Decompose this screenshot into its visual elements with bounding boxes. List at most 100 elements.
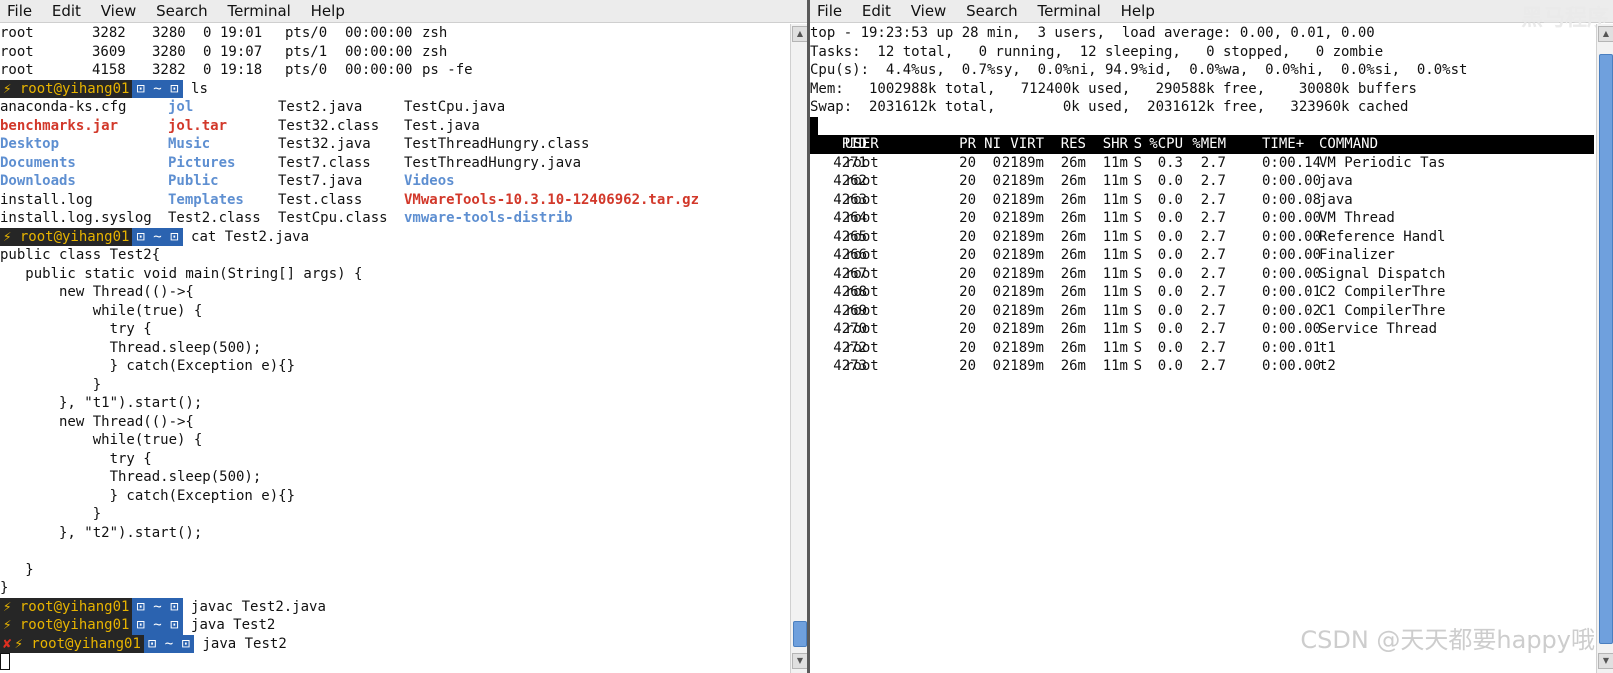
ls-entry: Videos [404,173,455,189]
code-line: }, "t1").start(); [0,395,203,411]
scroll-up-arrow-icon[interactable]: ▲ [792,26,807,42]
process-cell: VM Thread [1319,210,1395,226]
menu-edit[interactable]: Edit [45,0,89,22]
menu-search[interactable]: Search [149,0,216,22]
left-terminal-output[interactable]: root 3282 3280 0 19:01 pts/0 00:00:00 zsh root 36… [0,24,788,672]
scroll-thumb[interactable] [1599,54,1613,644]
code-line: } [0,376,102,393]
menu-edit[interactable]: Edit [855,0,899,22]
ps-cell: 00:00:00 [345,62,413,78]
code-line: } [0,506,102,522]
process-row[interactable]: 4263 root 20 0 2189m 26m 11m S 0.0 2.7 0:00.08 java [810,191,1594,210]
menu-file[interactable]: File [810,0,850,22]
process-row[interactable]: 4265 root 20 0 2189m 26m 11m S 0.0 2.7 0:00.00 Refe… [810,228,1594,247]
process-row[interactable]: 4264 root 20 0 2189m 26m 11m S 0.0 2.7 0:00.00 VM T… [810,209,1594,228]
column-header: VIRT [1010,136,1044,152]
process-cell: 26m [1060,228,1086,245]
process-row[interactable]: 4262 root 20 0 2189m 26m 11m S 0.0 2.7 0:00.00 java [810,172,1594,191]
ls-row: Documents Pictures Test7.class TestThreadHu… [0,154,788,173]
process-row[interactable]: 4267 root 20 0 2189m 26m 11m S 0.0 2.7 0:00.00 Sign… [810,265,1594,284]
process-cell: 0:00.00 [1262,358,1322,374]
ps-cell: 19:07 [220,43,263,60]
scroll-down-arrow-icon[interactable]: ▼ [1598,653,1613,669]
process-row[interactable]: 4269 root 20 0 2189m 26m 11m S 0.0 2.7 0:00.02 C1 C… [810,302,1594,321]
top-output[interactable]: top - 19:23:53 up 28 min, 3 users, load … [810,24,1594,376]
process-row[interactable]: 4273 root 20 0 2189m 26m 11m S 0.0 2.7 0:00.00 t2 [810,357,1594,376]
ps-row: root 3609 3280 0 19:07 pts/1 00:00:00 zsh [0,43,788,62]
prompt-user: ⚡ root@yihang01 [0,227,133,246]
menu-help[interactable]: Help [1114,0,1163,22]
process-cell: 0 [992,154,1001,171]
process-cell: 0:00.00 [1262,173,1322,189]
ps-cell: pts/0 [285,62,328,78]
csdn-watermark: CSDN @天天都要happy哦 [1300,626,1595,654]
process-cell: 20 [959,284,976,300]
left-scrollbar[interactable]: ▲ ▼ [790,24,807,673]
ps-cell: zsh [422,25,448,41]
process-cell: 0.0 [1157,210,1183,226]
process-cell: 20 [959,358,976,374]
process-row[interactable]: 4271 root 20 0 2189m 26m 11m S 0.3 2.7 0:00.14 VM P… [810,154,1594,173]
ps-cell: 0 [203,62,212,78]
process-cell: S [1133,265,1142,282]
process-cell: 2189m [1001,358,1044,374]
process-row[interactable]: 4266 root 20 0 2189m 26m 11m S 0.0 2.7 0:00.00 Fina… [810,246,1594,265]
code-line: public class Test2{ [0,247,161,263]
ls-entry: Documents [0,154,76,171]
process-cell: 20 [959,321,976,337]
top-cursor-block [810,116,818,135]
menu-terminal[interactable]: Terminal [1030,0,1108,22]
menu-view[interactable]: View [94,0,145,22]
process-cell: 0:00.00 [1262,210,1322,226]
process-cell: 0.0 [1157,228,1183,245]
ps-cell: 00:00:00 [345,43,413,60]
menu-help[interactable]: Help [304,0,353,22]
process-cell: 11m [1102,191,1128,208]
prompt-user: ⚡ root@yihang01 [0,597,133,616]
scroll-up-arrow-icon[interactable]: ▲ [1598,26,1613,42]
process-row[interactable]: 4270 root 20 0 2189m 26m 11m S 0.0 2.7 0:00.00 Serv… [810,320,1594,339]
ps-cell: 0 [203,25,212,41]
column-header: COMMAND [1319,136,1379,152]
process-cell: 0.3 [1157,154,1183,171]
prompt-dir: ⊡ ~ ⊡ [132,79,183,98]
prompt-line: ⚡ root@yihang01 ⊡ ~ ⊡ cat Test2.java [0,227,788,246]
process-cell: 26m [1060,358,1086,374]
ls-entry: Test7.class [278,154,371,171]
process-cell: 0 [992,284,1001,300]
process-cell: S [1133,210,1142,226]
process-cell: 2189m [1001,284,1044,300]
code-line: } [0,580,9,596]
menu-file[interactable]: File [0,0,40,22]
process-cell: 26m [1060,339,1086,356]
menu-terminal[interactable]: Terminal [220,0,298,22]
process-cell: S [1133,191,1142,208]
scroll-thumb[interactable] [793,621,807,647]
ps-cell: 3282 [92,25,126,41]
right-terminal-window[interactable]: File Edit View Search Terminal Help 黑马程序… [810,0,1613,673]
ps-cell: pts/0 [285,25,328,41]
process-cell: 0 [992,173,1001,189]
left-terminal-window[interactable]: File Edit View Search Terminal Help root… [0,0,807,673]
process-cell: 2.7 [1200,339,1226,356]
process-cell: 2.7 [1200,358,1226,374]
ls-entry: benchmarks.jar [0,117,119,134]
ls-entry: jol.tar [168,117,228,134]
process-row[interactable]: 4268 root 20 0 2189m 26m 11m S 0.0 2.7 0:00.01 C2 C… [810,283,1594,302]
process-cell: 2.7 [1200,321,1226,337]
process-cell: 2.7 [1200,191,1226,208]
ls-entry: VMwareTools-10.3.10-12406962.tar.gz [404,191,700,208]
top-summary-line: Mem: 1002988k total, 712400k used, 29058… [810,80,1417,97]
process-cell: S [1133,358,1142,374]
menu-view[interactable]: View [904,0,955,22]
ls-row: Downloads Public Test7.java Videos [0,172,788,191]
process-row[interactable]: 4272 root 20 0 2189m 26m 11m S 0.0 2.7 0:00.01 t1 [810,339,1594,358]
process-cell: 26m [1060,191,1086,208]
scroll-down-arrow-icon[interactable]: ▼ [792,653,807,669]
prompt-user: ⚡ root@yihang01 [0,616,133,635]
ps-cell: 4158 [92,62,126,78]
menu-search[interactable]: Search [959,0,1026,22]
right-scrollbar[interactable]: ▲ ▼ [1596,24,1613,673]
